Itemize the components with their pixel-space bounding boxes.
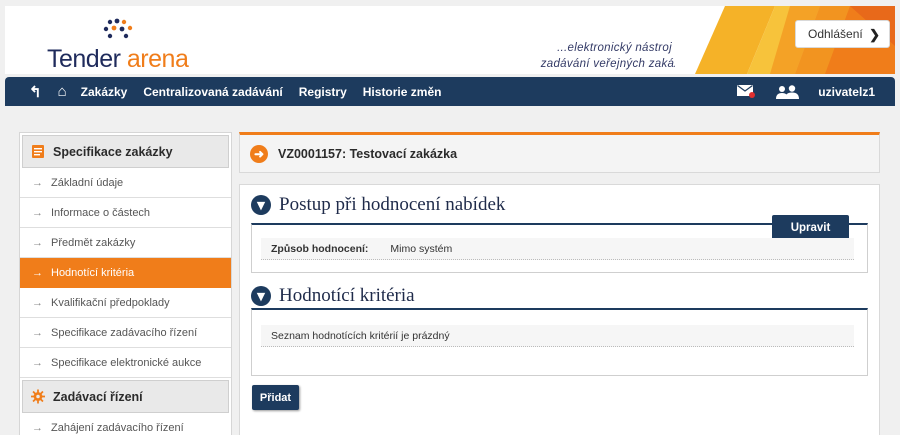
sidebar-item-specifikace-elektronicke-aukce[interactable]: → Specifikace elektronické aukce — [20, 348, 231, 378]
nav-item-centralizovana-zadavani[interactable]: Centralizovaná zadávání — [143, 85, 282, 99]
username[interactable]: uzivatelz1 — [818, 85, 875, 99]
section-box-postup: Upravit Způsob hodnocení: Mimo systém — [251, 215, 868, 273]
sidebar-item-specifikace-zadavaciho-rizeni[interactable]: → Specifikace zadávacího řízení — [20, 318, 231, 348]
mail-icon[interactable] — [737, 85, 756, 98]
arrow-right-icon: → — [32, 206, 43, 219]
users-icon[interactable] — [775, 84, 801, 99]
chevron-down-circle-icon[interactable]: ▼ — [251, 195, 271, 215]
arrow-right-icon: → — [32, 266, 43, 279]
sidebar: Specifikace zakázky → Základní údaje → Inf… — [19, 132, 232, 435]
section-title-postup[interactable]: ▼ Postup při hodnocení nabídek — [251, 194, 505, 216]
home-icon[interactable]: ⌂ — [58, 83, 67, 100]
arrow-right-icon: → — [32, 176, 43, 189]
logout-button[interactable]: Odhlášení ❯ — [795, 20, 890, 48]
sidebar-section-zadavaci-rizeni[interactable]: Zadávací řízení — [22, 380, 229, 413]
page-title: VZ0001157: Testovací zakázka — [278, 146, 458, 161]
chevron-down-circle-icon[interactable]: ▼ — [251, 286, 271, 306]
sidebar-item-predmet-zakazky[interactable]: → Předmět zakázky — [20, 228, 231, 258]
main-content: ▼ Postup při hodnocení nabídek Upravit Z… — [239, 184, 880, 435]
section-box-hodnotici-kriteria: Seznam hodnotících kritérií je prázdný — [251, 308, 868, 376]
arrow-right-icon: → — [32, 326, 43, 339]
criteria-empty-row: Seznam hodnotících kritérií je prázdný — [261, 325, 854, 347]
gear-icon — [31, 389, 45, 404]
arrow-right-icon: → — [32, 236, 43, 249]
edit-button[interactable]: Upravit — [772, 215, 849, 240]
header: Tender arena ...elektronický nástroj pro… — [5, 6, 895, 74]
add-button[interactable]: Přidat — [252, 385, 299, 410]
arrow-circle-icon: ➜ — [250, 144, 268, 163]
logo-dots-icon — [103, 18, 133, 39]
arrow-right-icon: → — [32, 356, 43, 369]
nav-item-zakazky[interactable]: Zakázky — [81, 85, 128, 99]
evaluation-method-value: Mimo systém — [390, 242, 453, 255]
chevron-right-icon: ❯ — [869, 27, 880, 42]
sidebar-item-kvalifikacni-predpoklady[interactable]: → Kvalifikační předpoklady — [20, 288, 231, 318]
evaluation-method-label: Způsob hodnocení: — [271, 242, 369, 255]
page: Tender arena ...elektronický nástroj pro… — [0, 0, 900, 435]
back-icon[interactable]: ↰ — [29, 83, 42, 101]
document-icon — [32, 145, 44, 158]
sidebar-section-specifikace[interactable]: Specifikace zakázky — [22, 135, 229, 168]
evaluation-method-row: Způsob hodnocení: Mimo systém — [261, 238, 854, 260]
main-nav: ↰ ⌂ Zakázky Centralizovaná zadávání Regi… — [5, 77, 895, 106]
nav-item-historie-zmen[interactable]: Historie změn — [363, 85, 442, 99]
nav-item-registry[interactable]: Registry — [299, 85, 347, 99]
page-title-bar: ➜ VZ0001157: Testovací zakázka — [239, 132, 880, 173]
sidebar-item-zahajeni-zadavaciho-rizeni[interactable]: → Zahájení zadávacího řízení — [20, 413, 231, 435]
nav-user-area: uzivatelz1 — [737, 77, 875, 106]
logo-text[interactable]: Tender arena — [47, 45, 189, 74]
section-title-hodnotici-kriteria[interactable]: ▼ Hodnotící kritéria — [251, 285, 415, 307]
sidebar-item-informace-o-castech[interactable]: → Informace o částech — [20, 198, 231, 228]
sidebar-item-hodnotici-kriteria[interactable]: → Hodnotící kritéria — [20, 258, 231, 288]
arrow-right-icon: → — [32, 296, 43, 309]
arrow-right-icon: → — [32, 421, 43, 434]
sidebar-item-zakladni-udaje[interactable]: → Základní údaje — [20, 168, 231, 198]
tagline: ...elektronický nástroj pro zadávání veř… — [540, 42, 693, 70]
